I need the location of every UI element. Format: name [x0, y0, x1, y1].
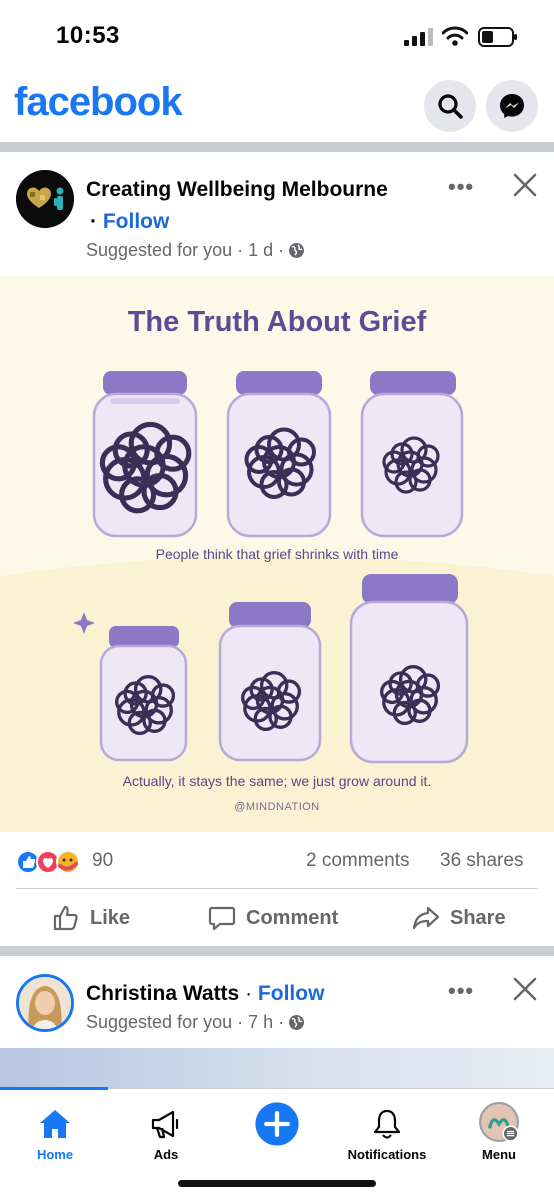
home-icon	[40, 1110, 70, 1138]
like-label: Like	[90, 906, 131, 929]
share-icon	[412, 906, 440, 930]
post-meta: Suggested for you · 1 d ·	[86, 240, 305, 261]
facebook-logo[interactable]: facebook	[14, 80, 183, 125]
globe-icon	[289, 1015, 305, 1030]
comment-label: Comment	[246, 906, 339, 929]
reactions-summary[interactable]: 90 2 comments 36 shares	[0, 840, 554, 884]
follow-separator: ·	[245, 982, 253, 1005]
jar-large-bottom	[349, 574, 469, 764]
nav-notifications[interactable]: Notifications	[332, 1089, 442, 1169]
nav-menu-label: Menu	[482, 1147, 516, 1162]
feed-divider	[0, 946, 554, 956]
page-avatar[interactable]	[16, 170, 74, 228]
nav-home-label: Home	[36, 1147, 74, 1162]
nav-ads[interactable]: Ads	[111, 1089, 221, 1169]
search-icon	[438, 94, 463, 119]
comment-button[interactable]: Comment	[208, 904, 338, 932]
page-logo-icon	[16, 170, 74, 228]
follow-separator: ·	[90, 210, 97, 233]
comment-icon	[208, 906, 236, 931]
share-label: Share	[450, 906, 506, 929]
reaction-icons	[16, 850, 80, 874]
follow-button[interactable]: Follow	[258, 982, 325, 1005]
image-credit: @MINDNATION	[234, 801, 320, 813]
post-meta: Suggested for you · 7 h ·	[86, 1012, 305, 1033]
feed-divider	[0, 142, 554, 152]
reactions-divider	[16, 888, 538, 889]
jar-large-top	[92, 371, 198, 538]
post-actions: Like Comment Share	[0, 896, 554, 942]
comments-count[interactable]: 2 comments	[306, 850, 409, 872]
nav-home[interactable]: Home	[0, 1089, 110, 1169]
more-options-button[interactable]: •••	[448, 174, 474, 200]
image-caption-top: People think that grief shrinks with tim…	[155, 546, 399, 562]
status-time: 10:53	[56, 22, 120, 49]
like-button[interactable]: Like	[52, 904, 130, 932]
jar-medium-bottom	[218, 602, 322, 762]
megaphone-icon	[151, 1110, 179, 1139]
post-header: Creating Wellbeing Melbourne · Follow Su…	[0, 152, 554, 276]
globe-icon	[289, 243, 305, 258]
post-author[interactable]: Christina Watts	[86, 982, 239, 1005]
image-caption-bottom: Actually, it stays the same; we just gro…	[122, 773, 432, 789]
bell-icon	[373, 1109, 401, 1139]
search-button[interactable]	[424, 80, 476, 132]
nav-ads-label: Ads	[153, 1147, 179, 1162]
jar-small-bottom	[99, 626, 188, 762]
post-meta-text: Suggested for you · 7 h ·	[86, 1012, 285, 1032]
jar-small-top	[360, 371, 464, 538]
follow-button[interactable]: Follow	[103, 210, 170, 233]
status-bar: 10:53	[0, 0, 554, 70]
share-button[interactable]: Share	[412, 904, 506, 932]
nav-menu[interactable]: Menu	[444, 1089, 554, 1169]
plus-icon	[255, 1102, 299, 1146]
signal-icon	[404, 28, 433, 46]
user-avatar[interactable]	[16, 974, 74, 1032]
post-header: Christina Watts · Follow Suggested for y…	[0, 956, 554, 1046]
post-image[interactable]: The Truth About Grief People think that …	[0, 276, 554, 832]
image-title: The Truth About Grief	[127, 306, 427, 338]
post-meta-text: Suggested for you · 1 d ·	[86, 240, 285, 260]
nav-notifications-label: Notifications	[347, 1147, 427, 1162]
app-header: facebook	[0, 70, 554, 142]
close-icon[interactable]	[512, 976, 538, 1002]
close-icon[interactable]	[512, 172, 538, 198]
jar-medium-top	[226, 371, 332, 538]
wifi-icon	[442, 26, 468, 46]
reaction-count[interactable]: 90	[92, 850, 113, 872]
home-indicator[interactable]	[178, 1180, 376, 1187]
post-author[interactable]: Creating Wellbeing Melbourne	[86, 178, 388, 202]
thumbs-up-icon	[53, 905, 78, 931]
follow-row: Christina Watts · Follow	[86, 982, 324, 1006]
messenger-button[interactable]	[486, 80, 538, 132]
nav-create[interactable]	[222, 1089, 332, 1169]
battery-icon	[478, 27, 517, 47]
more-options-button[interactable]: •••	[448, 978, 474, 1004]
messenger-icon	[500, 94, 524, 118]
profile-photo-icon	[19, 977, 71, 1029]
follow-row: · Follow	[90, 210, 169, 234]
profile-menu-icon	[479, 1102, 519, 1142]
post-image-preview[interactable]	[0, 1048, 554, 1088]
shares-count[interactable]: 36 shares	[440, 850, 523, 872]
